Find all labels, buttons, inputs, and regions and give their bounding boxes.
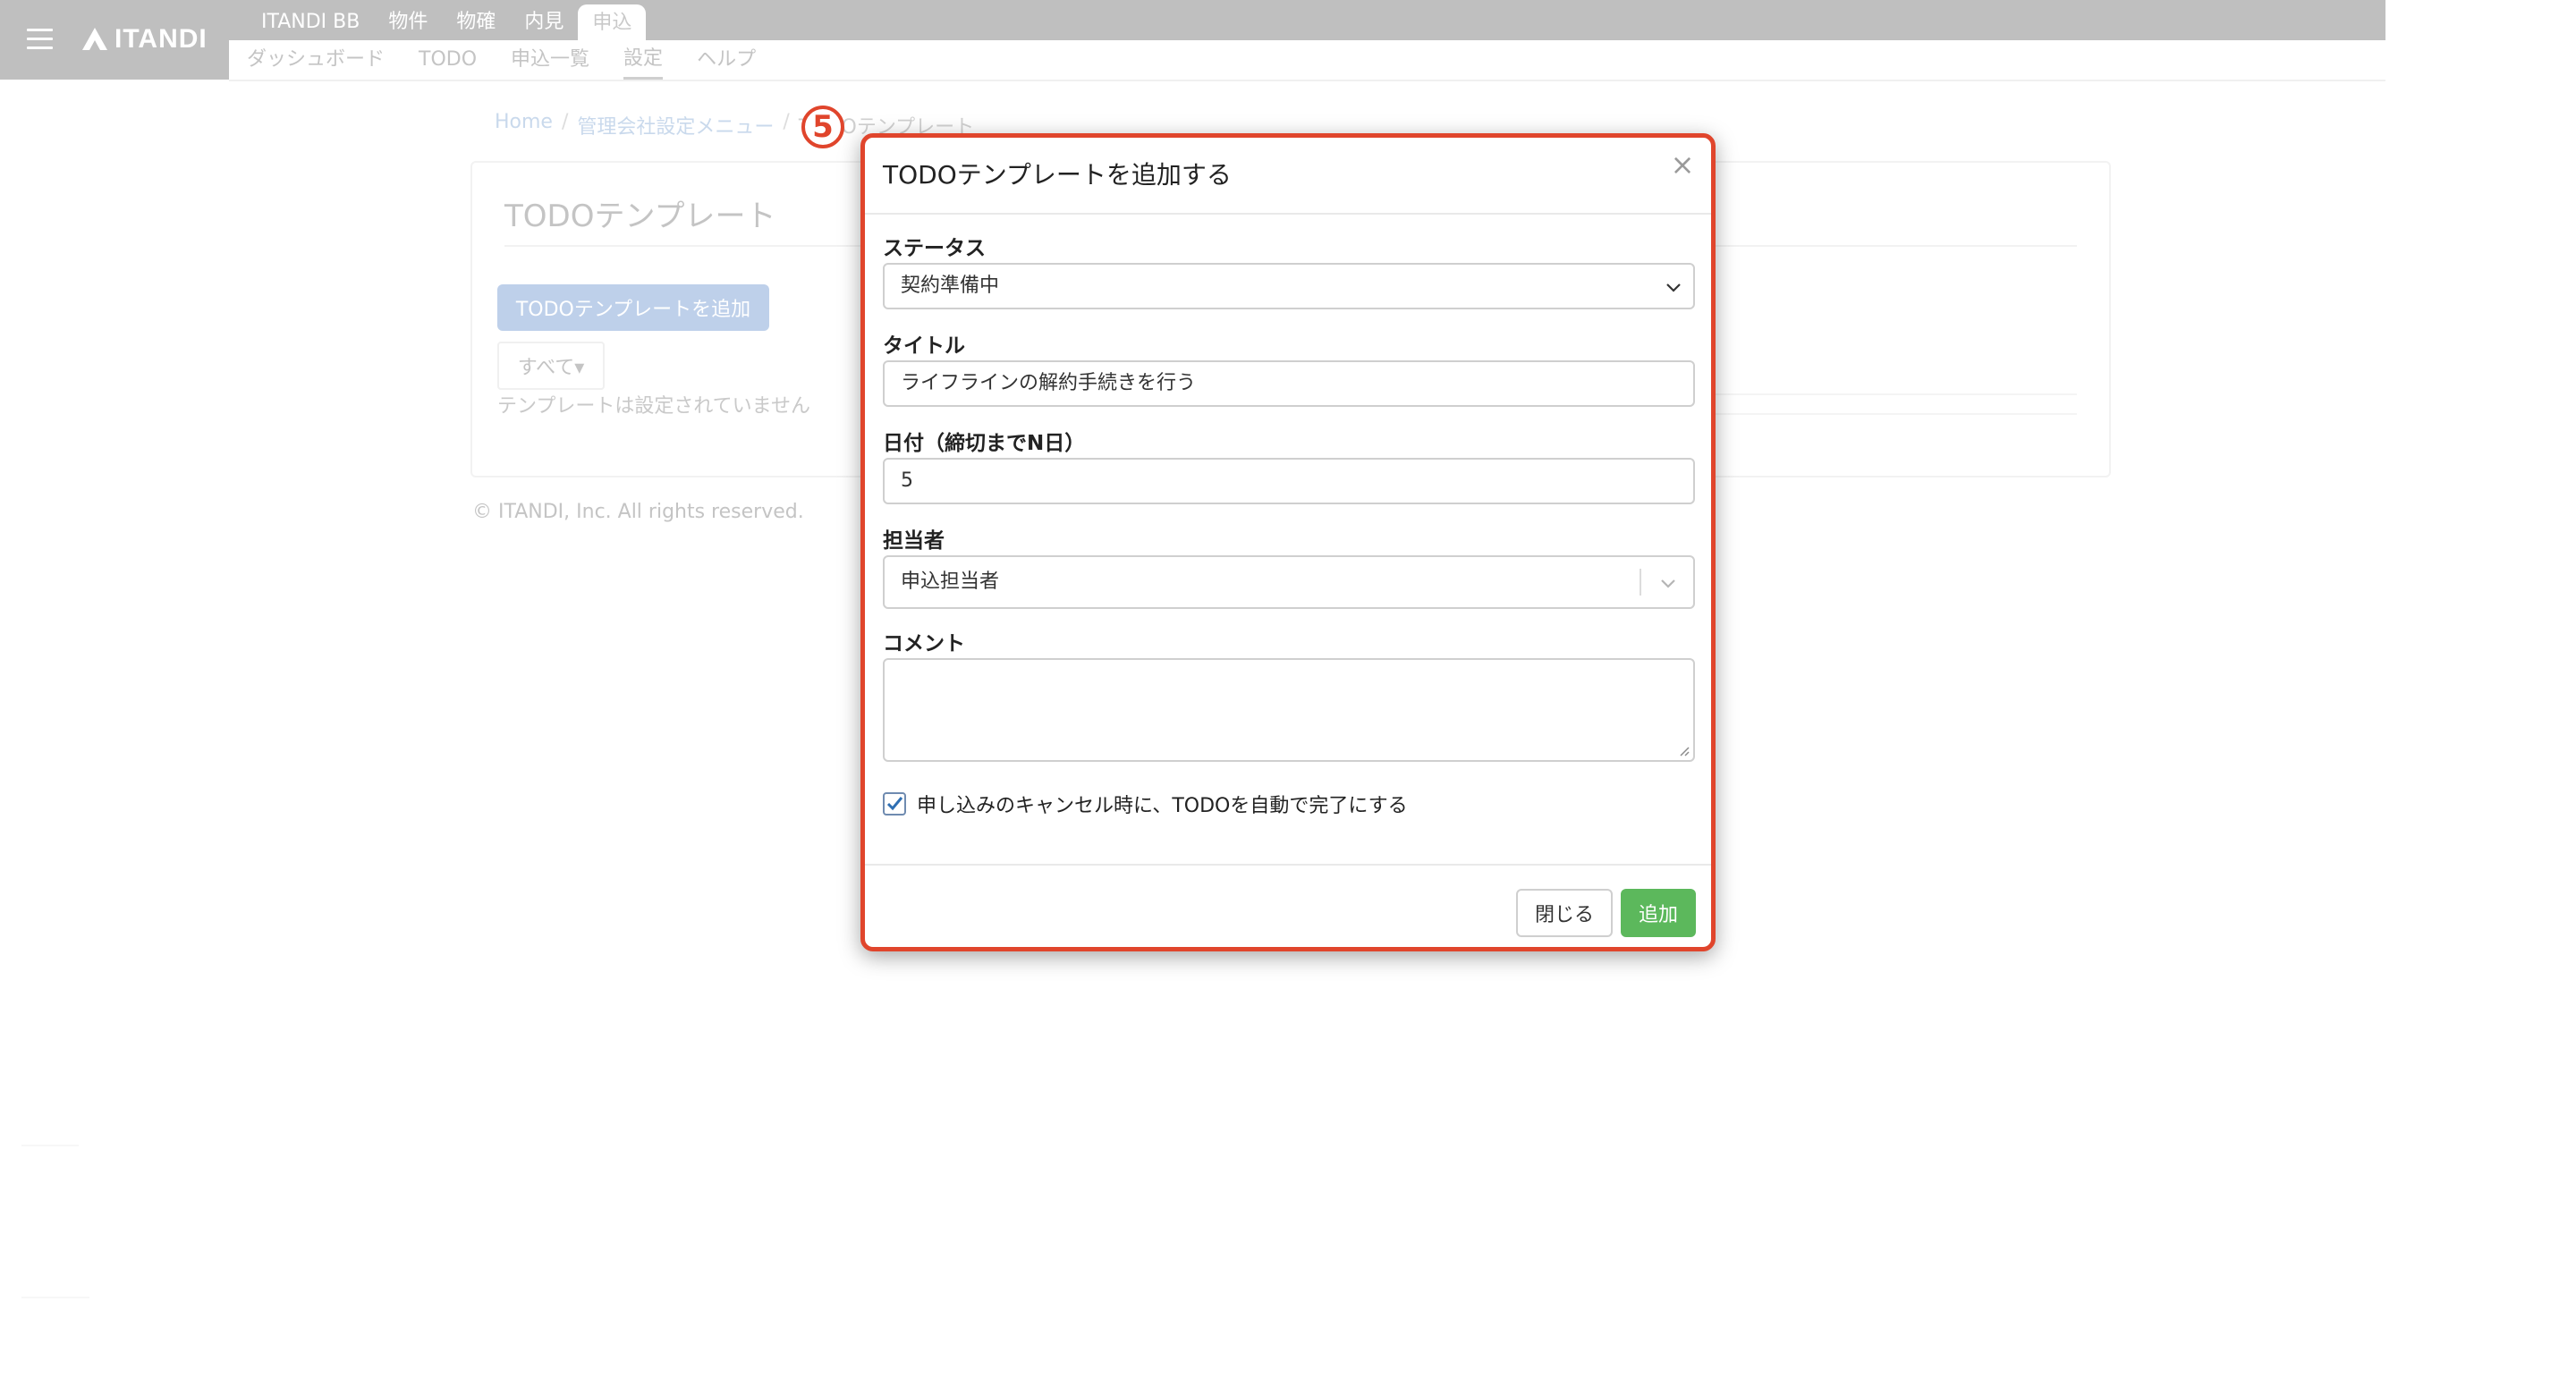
tab-application[interactable]: 申込	[578, 4, 647, 40]
date-input-value: 5	[901, 469, 913, 492]
itandi-logo-icon	[82, 28, 107, 50]
modal-title: TODOテンプレートを追加する	[883, 160, 1232, 190]
breadcrumb-home[interactable]: Home	[495, 111, 553, 139]
divider	[21, 1297, 89, 1298]
sub-navigation: ダッシュボード TODO 申込一覧 設定 ヘルプ	[229, 40, 2385, 81]
assignee-select-value: 申込担当者	[901, 570, 1000, 593]
hamburger-icon[interactable]	[27, 29, 53, 50]
tab-property-check[interactable]: 物確	[442, 0, 510, 40]
step-number-badge: 5	[801, 106, 844, 148]
auto-complete-checkbox[interactable]	[883, 792, 906, 816]
status-select[interactable]: 契約準備中	[883, 263, 1695, 309]
top-tabs: ITANDI BB 物件 物確 内見 申込	[247, 0, 647, 40]
comment-label: コメント	[883, 632, 965, 655]
tab-viewing[interactable]: 内見	[510, 0, 578, 40]
chevron-down-icon[interactable]	[1659, 579, 1677, 589]
sidebar-header: ITANDI	[0, 0, 229, 80]
assignee-label: 担当者	[883, 529, 945, 553]
subnav-settings[interactable]: 設定	[623, 40, 664, 80]
comment-textarea[interactable]	[883, 658, 1695, 762]
assignee-select[interactable]: 申込担当者	[883, 555, 1695, 609]
subnav-todo[interactable]: TODO	[419, 40, 477, 80]
logo[interactable]: ITANDI	[80, 23, 208, 55]
auto-complete-label: 申し込みのキャンセル時に、TODOを自動で完了にする	[917, 795, 1408, 817]
title-label: タイトル	[883, 334, 965, 358]
add-todo-template-button[interactable]: TODOテンプレートを追加	[497, 284, 769, 331]
add-button[interactable]: 追加	[1621, 889, 1696, 937]
status-select-value: 契約準備中	[901, 275, 1000, 297]
breadcrumb-separator: /	[561, 111, 569, 133]
close-button[interactable]: 閉じる	[1516, 889, 1613, 937]
filter-dropdown-button[interactable]: すべて▾	[497, 342, 605, 390]
add-todo-template-modal: TODOテンプレートを追加する × ステータス 契約準備中 タイトル ライフライ…	[860, 133, 1716, 951]
breadcrumb-settings-menu[interactable]: 管理会社設定メニュー	[577, 111, 774, 139]
tab-properties[interactable]: 物件	[374, 0, 442, 40]
breadcrumb-separator: /	[783, 111, 790, 133]
divider	[21, 1145, 79, 1146]
divider	[1640, 569, 1641, 596]
subnav-application-list[interactable]: 申込一覧	[511, 40, 589, 80]
footer-copyright: © ITANDI, Inc. All rights reserved.	[472, 501, 804, 523]
tab-itandi-bb[interactable]: ITANDI BB	[247, 0, 374, 40]
check-icon	[886, 797, 903, 811]
title-input-value: ライフラインの解約手続きを行う	[901, 372, 1197, 394]
title-input[interactable]: ライフラインの解約手続きを行う	[883, 360, 1695, 407]
resize-grip-icon[interactable]	[1677, 744, 1690, 756]
close-icon[interactable]: ×	[1666, 148, 1699, 181]
logo-text: ITANDI	[114, 24, 208, 54]
auto-complete-option[interactable]: 申し込みのキャンセル時に、TODOを自動で完了にする	[883, 790, 1408, 818]
status-label: ステータス	[883, 237, 986, 260]
chevron-down-icon	[1666, 283, 1681, 292]
divider	[865, 864, 1711, 866]
date-input[interactable]: 5	[883, 458, 1695, 504]
modal-header: TODOテンプレートを追加する ×	[865, 138, 1711, 215]
page-title: TODOテンプレート	[504, 199, 776, 234]
empty-state-text: テンプレートは設定されていません	[497, 395, 811, 418]
subnav-help[interactable]: ヘルプ	[697, 40, 756, 80]
date-label: 日付（締切までN日）	[883, 432, 1086, 455]
subnav-dashboard[interactable]: ダッシュボード	[247, 40, 385, 80]
